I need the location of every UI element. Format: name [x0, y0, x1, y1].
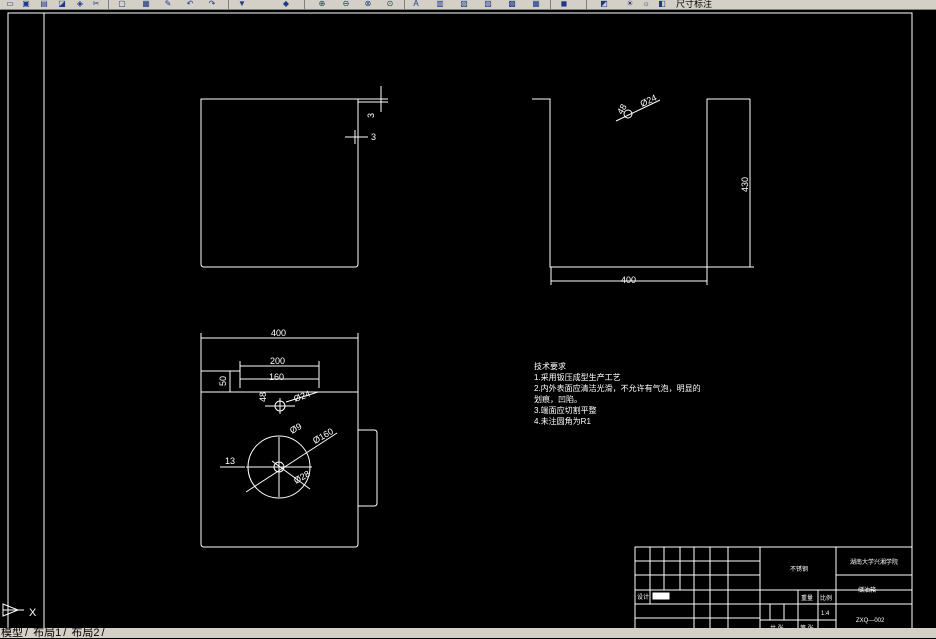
dim-side-right: 3: [366, 113, 376, 118]
cut-icon[interactable]: ✂: [90, 0, 102, 8]
dim-front-height: 430: [740, 177, 750, 192]
layout-tabs: 模型 / 布局1/ 布局2/: [0, 627, 936, 639]
note-line-5: 4.未注圆角为R1: [534, 416, 591, 426]
dim-side-top: 3: [371, 132, 376, 142]
help-icon[interactable]: ▩: [506, 0, 518, 8]
preview-icon[interactable]: ◪: [56, 0, 68, 8]
markup-icon[interactable]: ▧: [458, 0, 470, 8]
layer-dropdown[interactable]: 尺寸标注: [676, 0, 712, 9]
layer-state-icon[interactable]: ◼: [558, 0, 570, 8]
standard-toolbar: ▭ ▣ ▤ ◪ ◈ ✂ ▢ ▦ ✎ ↶ ↷ ▼ ◆ ⊕ ⊖ ⊗ ⊙ A ▥ ▧ …: [0, 0, 936, 10]
dim-top-depth: 50: [218, 376, 228, 386]
print-icon[interactable]: ▤: [38, 0, 50, 8]
note-line-4: 3.端面应切割平整: [534, 405, 597, 415]
undo-icon[interactable]: ↶: [184, 0, 196, 8]
match-icon[interactable]: ✎: [162, 0, 174, 8]
front-view-outline: [532, 98, 750, 268]
open-icon[interactable]: ▭: [4, 0, 16, 8]
tb-material: 不锈钢: [790, 565, 808, 573]
dim-top-inner2-width: 160: [269, 372, 284, 382]
dim-circle-2: Ø160: [311, 426, 335, 446]
vertical-scrollbar[interactable]: [919, 10, 936, 628]
pan-icon[interactable]: ▼: [236, 0, 248, 8]
toolpalettes-icon[interactable]: A: [410, 0, 422, 8]
sheetset-icon[interactable]: ▥: [434, 0, 446, 8]
drawing-canvas[interactable]: 3 3 48 Ø24 430 400 400 200 160 50 48 Ø24…: [0, 10, 936, 628]
dim-top-width: 400: [271, 328, 286, 338]
side-tab: [358, 429, 378, 507]
dim-top-hole-dia: Ø24: [292, 389, 311, 404]
freeze-icon[interactable]: ☼: [640, 0, 652, 8]
outer-border: [7, 12, 913, 628]
tab-layout1[interactable]: 布局1: [32, 627, 62, 639]
layer-icon[interactable]: ▦: [530, 0, 542, 8]
dim-top-inner-width: 200: [270, 356, 285, 366]
properties-icon[interactable]: ⊗: [362, 0, 374, 8]
tb-school: 湖南大学兴湘学院: [850, 558, 898, 566]
save-icon[interactable]: ▣: [20, 0, 32, 8]
layer-manager-icon[interactable]: ◩: [598, 0, 610, 8]
tb-scale-label: 比例: [820, 594, 832, 602]
dim-top-hole: 48: [258, 392, 268, 402]
redo-icon[interactable]: ↷: [206, 0, 218, 8]
zoom-window-icon[interactable]: ⊕: [316, 0, 328, 8]
drawing-svg: 3 3 48 Ø24 430 400 400 200 160 50 48 Ø24…: [2, 12, 913, 628]
publish-icon[interactable]: ◈: [74, 0, 86, 8]
dim-front-hole-dia: Ø24: [639, 93, 659, 109]
note-line-2: 2.内外表面应清洁光滑，不允许有气泡，明显的: [534, 383, 701, 393]
notes-title: 技术要求: [534, 361, 566, 371]
note-line-1: 1.采用钣压成型生产工艺: [534, 372, 621, 382]
dim-front-hole: 48: [615, 102, 629, 116]
tb-weight-label: 重量: [801, 594, 813, 602]
dim-circle-3: 13: [225, 456, 235, 466]
tb-part-name: 储油箱: [858, 586, 876, 594]
zoom-previous-icon[interactable]: ⊖: [340, 0, 352, 8]
dim-circle-1: Ø9: [288, 421, 303, 436]
tab-layout2[interactable]: 布局2: [70, 627, 100, 639]
zoom-realtime-icon[interactable]: ◆: [280, 0, 292, 8]
dim-front-width: 400: [621, 275, 636, 285]
note-line-3: 划痕，凹陷。: [534, 394, 582, 404]
tb-designer-label: 设计: [637, 593, 649, 601]
tb-scale: 1:4: [821, 611, 830, 617]
lock-icon[interactable]: ◧: [656, 0, 668, 8]
tab-model[interactable]: 模型: [0, 627, 24, 639]
bulb-icon[interactable]: ☀: [624, 0, 636, 8]
tb-drawing-no: ZXQ—002: [856, 618, 885, 624]
designcenter-icon[interactable]: ⊙: [384, 0, 396, 8]
copy-icon[interactable]: ▢: [116, 0, 128, 8]
calculator-icon[interactable]: ▨: [482, 0, 494, 8]
paste-icon[interactable]: ▦: [140, 0, 152, 8]
designer-name-redacted: [652, 592, 670, 600]
ucs-icon: [2, 603, 24, 617]
ucs-x-label: X: [29, 607, 37, 619]
side-view-outline: [200, 98, 359, 268]
